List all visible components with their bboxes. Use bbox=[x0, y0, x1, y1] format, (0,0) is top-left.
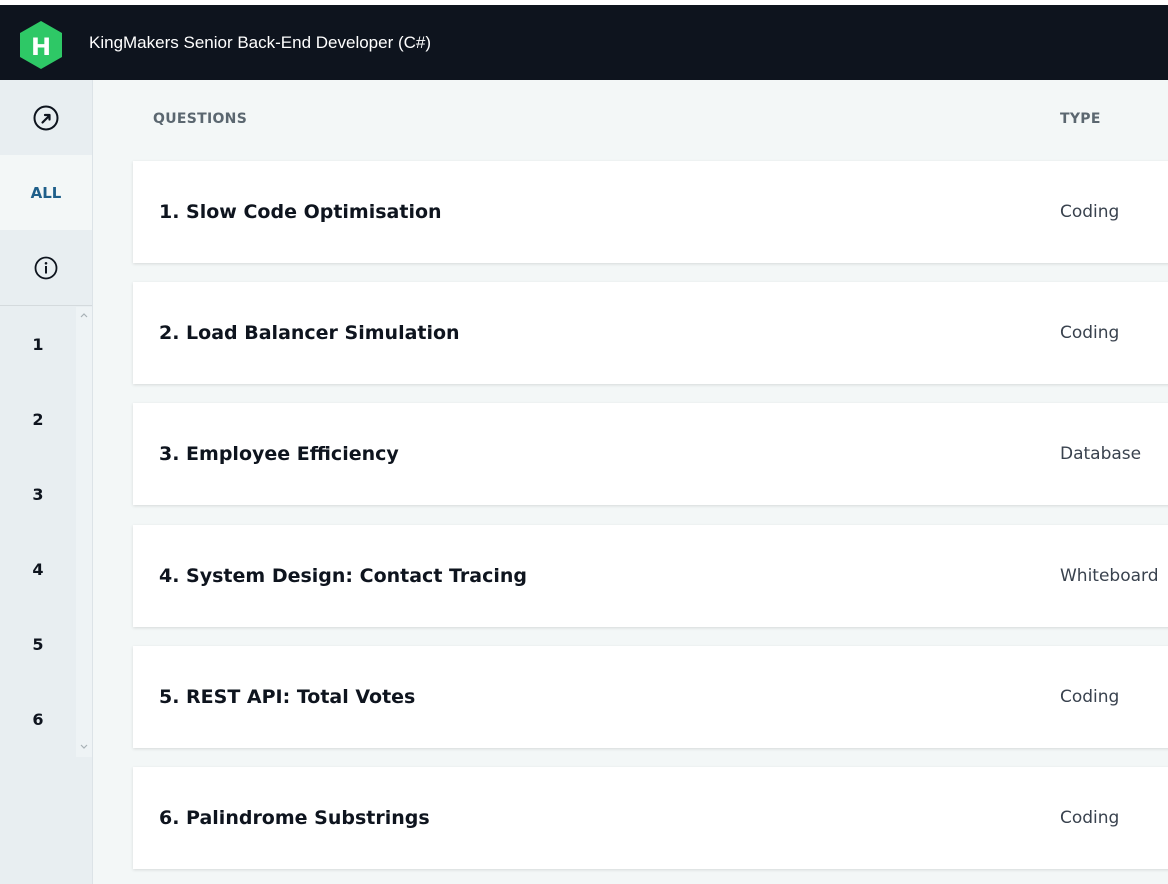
svg-text:H: H bbox=[31, 33, 51, 61]
question-type: Coding bbox=[1060, 202, 1120, 222]
sidebar: ALL 1 2 3 4 5 6 bbox=[0, 80, 93, 884]
question-title: 4. System Design: Contact Tracing bbox=[159, 565, 527, 587]
external-link-icon bbox=[33, 105, 59, 130]
question-type: Coding bbox=[1060, 323, 1120, 343]
question-row[interactable]: 4. System Design: Contact Tracing Whiteb… bbox=[133, 525, 1168, 627]
sidebar-item-question-6[interactable]: 6 bbox=[0, 682, 76, 757]
info-icon bbox=[34, 256, 58, 279]
chevron-down-icon[interactable] bbox=[79, 742, 89, 752]
question-title: 2. Load Balancer Simulation bbox=[159, 322, 460, 344]
question-title: 3. Employee Efficiency bbox=[159, 443, 399, 465]
sidebar-item-question-2[interactable]: 2 bbox=[0, 382, 76, 457]
sidebar-item-all[interactable]: ALL bbox=[0, 155, 92, 230]
question-row[interactable]: 2. Load Balancer Simulation Coding bbox=[133, 282, 1168, 384]
question-number-list: 1 2 3 4 5 6 bbox=[0, 307, 76, 757]
question-title: 5. REST API: Total Votes bbox=[159, 686, 416, 708]
question-row[interactable]: 6. Palindrome Substrings Coding bbox=[133, 767, 1168, 869]
question-title: 6. Palindrome Substrings bbox=[159, 807, 430, 829]
question-row[interactable]: 3. Employee Efficiency Database bbox=[133, 403, 1168, 505]
questions-panel: QUESTIONS TYPE 1. Slow Code Optimisation… bbox=[93, 80, 1168, 884]
test-title: KingMakers Senior Back-End Developer (C#… bbox=[89, 33, 432, 52]
chevron-up-icon[interactable] bbox=[79, 310, 89, 320]
sidebar-all-label: ALL bbox=[30, 183, 62, 202]
question-list-scrollbar[interactable] bbox=[76, 307, 92, 757]
question-row[interactable]: 5. REST API: Total Votes Coding bbox=[133, 646, 1168, 748]
sidebar-divider bbox=[0, 305, 92, 306]
open-external-button[interactable] bbox=[0, 80, 92, 155]
top-bar: H KingMakers Senior Back-End Developer (… bbox=[0, 5, 1168, 80]
type-column-header: TYPE bbox=[1060, 111, 1101, 127]
questions-column-header: QUESTIONS bbox=[153, 111, 248, 127]
question-row[interactable]: 1. Slow Code Optimisation Coding bbox=[133, 161, 1168, 263]
question-type: Database bbox=[1060, 444, 1142, 464]
sidebar-item-question-5[interactable]: 5 bbox=[0, 607, 76, 682]
question-type: Coding bbox=[1060, 808, 1120, 828]
question-type: Whiteboard bbox=[1060, 566, 1159, 586]
sidebar-item-question-4[interactable]: 4 bbox=[0, 532, 76, 607]
hackerrank-logo[interactable]: H bbox=[18, 20, 64, 70]
instructions-button[interactable] bbox=[0, 230, 92, 305]
question-type: Coding bbox=[1060, 687, 1120, 707]
question-title: 1. Slow Code Optimisation bbox=[159, 201, 442, 223]
sidebar-item-question-3[interactable]: 3 bbox=[0, 457, 76, 532]
sidebar-item-question-1[interactable]: 1 bbox=[0, 307, 76, 382]
